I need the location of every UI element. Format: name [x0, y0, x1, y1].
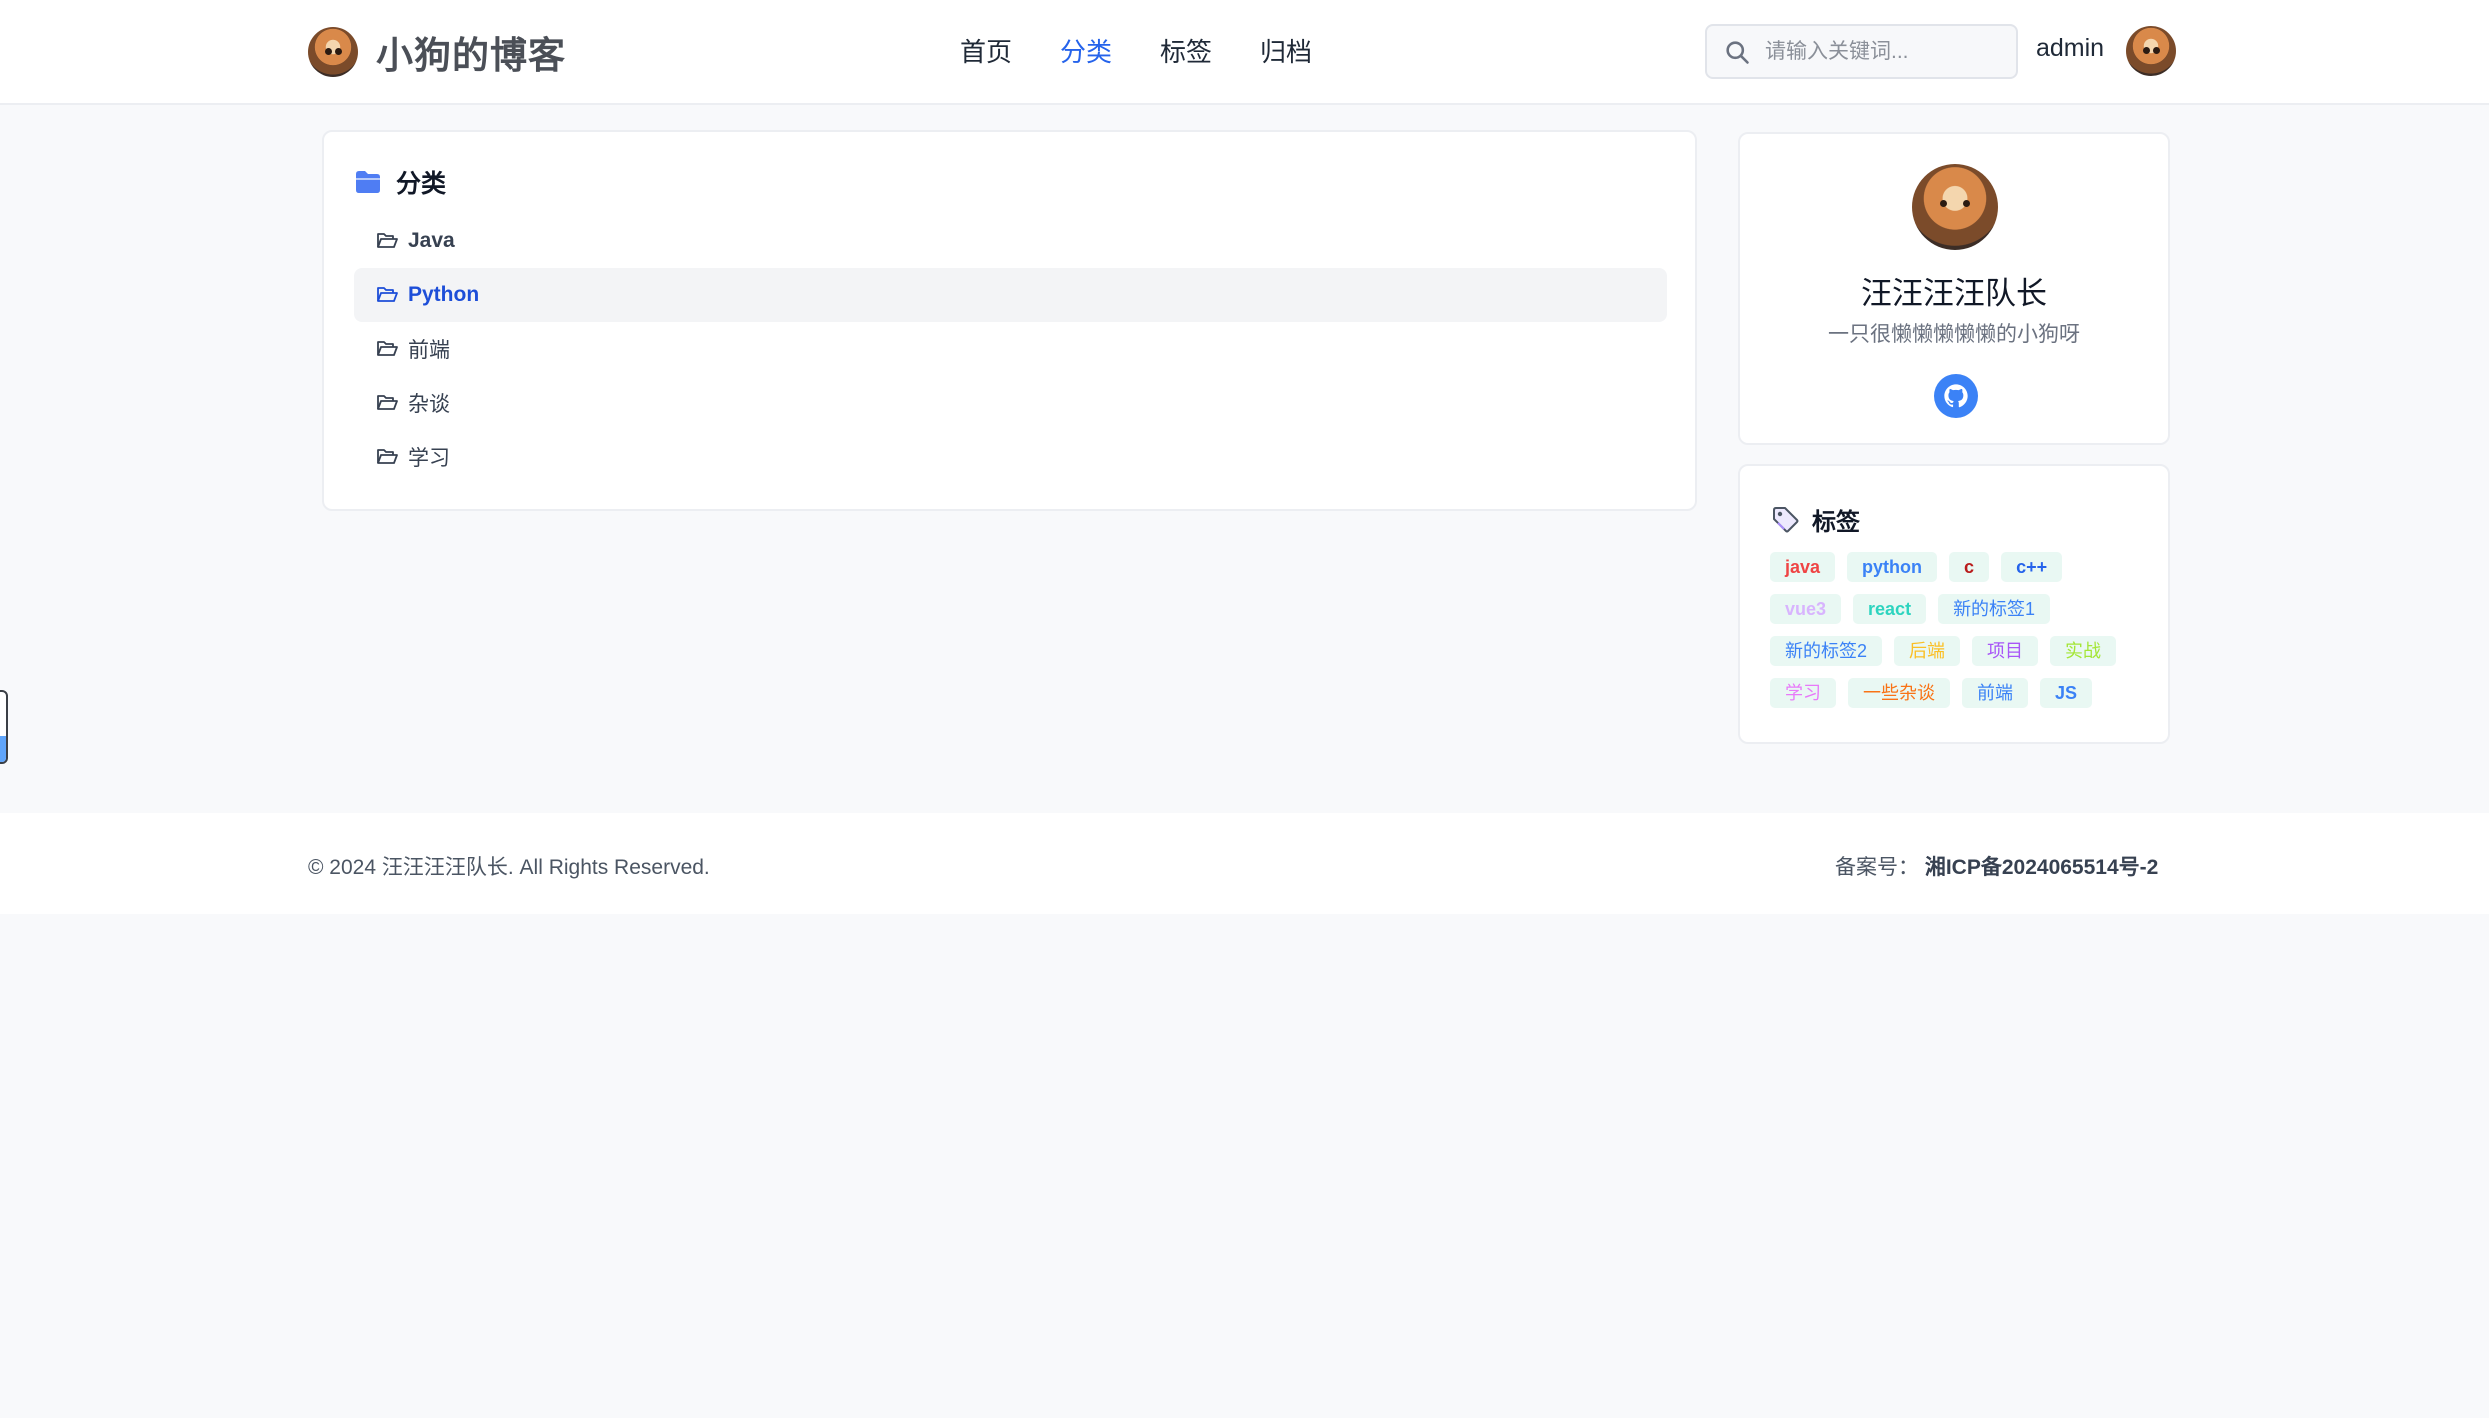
side-drawer-handle[interactable]	[0, 690, 8, 764]
categories-card: 分类 Java Python 前端 杂谈 学习	[322, 130, 1697, 511]
tag-cloud: java python c c++ vue3 react 新的标签1 新的标签2 后端 项目 实战学…	[1770, 552, 2150, 720]
tag-chip[interactable]: 学习	[1770, 678, 1836, 708]
brand-title: 小狗的博客	[376, 35, 566, 76]
tag-chip[interactable]: 实战	[2050, 636, 2117, 666]
tag-chip[interactable]: 项目	[1972, 636, 2039, 666]
tag-chip[interactable]: react	[1853, 594, 1927, 624]
category-label: 学习	[408, 447, 450, 470]
category-label: Python	[408, 283, 480, 306]
copyright-text: © 2024 汪汪汪汪队长. All Rights Reserved.	[308, 856, 710, 879]
folder-open-icon	[377, 287, 398, 302]
tag-chip[interactable]: c++	[2001, 552, 2063, 582]
nav-home[interactable]: 首页	[960, 28, 1012, 76]
nav-categories[interactable]: 分类	[1060, 28, 1112, 76]
search-icon[interactable]	[1723, 38, 1751, 66]
profile-card: 汪汪汪汪队长 一只很懒懒懒懒懒的小狗呀	[1738, 132, 2170, 445]
category-label: 前端	[408, 339, 450, 362]
tag-chip[interactable]: 新的标签1	[1938, 594, 2051, 624]
main-nav: 首页 分类 标签 归档	[960, 28, 1360, 76]
tag-chip[interactable]: 新的标签2	[1770, 636, 1883, 666]
category-item-python[interactable]: Python	[354, 268, 1667, 322]
folder-open-icon	[377, 395, 398, 410]
github-link-button[interactable]	[1934, 374, 1978, 418]
tags-card: 标签 java python c c++ vue3 react 新的标签1 新的标签2 后端 项目…	[1738, 464, 2170, 744]
folder-open-icon	[377, 341, 398, 356]
tags-title: 标签	[1812, 509, 1860, 536]
tag-icon	[1773, 506, 1799, 532]
profile-description: 一只很懒懒懒懒懒的小狗呀	[1828, 323, 2080, 346]
category-item-frontend[interactable]: 前端	[354, 322, 1667, 376]
category-item-study[interactable]: 学习	[354, 430, 1667, 484]
tags-heading: 标签	[1770, 502, 1860, 537]
tag-chip[interactable]: 一些杂谈	[1848, 678, 1950, 708]
folder-open-icon	[377, 233, 398, 248]
categories-title: 分类	[396, 170, 447, 198]
brand-logo	[308, 27, 358, 77]
tag-chip[interactable]: JS	[2040, 678, 2093, 708]
category-item-java[interactable]: Java	[354, 214, 1667, 268]
tag-chip[interactable]: 前端	[1962, 678, 2028, 708]
category-label: 杂谈	[408, 393, 450, 416]
search-box	[1705, 24, 2018, 79]
icp-record[interactable]: 备案号： 湘ICP备2024065514号-2	[1835, 851, 2158, 881]
icp-label: 备案号：	[1835, 856, 1919, 879]
profile-avatar	[1912, 164, 1998, 250]
icp-number[interactable]: 湘ICP备2024065514号-2	[1925, 856, 2158, 879]
top-navbar: 小狗的博客 首页 分类 标签 归档 admin	[0, 0, 2489, 105]
username[interactable]: admin	[2036, 34, 2104, 63]
github-icon	[1944, 384, 1968, 408]
nav-archive[interactable]: 归档	[1260, 28, 1312, 76]
category-item-misc[interactable]: 杂谈	[354, 376, 1667, 430]
profile-name: 汪汪汪汪队长	[1861, 276, 2047, 311]
user-avatar[interactable]	[2126, 26, 2176, 76]
folder-open-icon	[377, 449, 398, 464]
categories-heading: 分类	[354, 164, 446, 200]
tag-chip[interactable]: 后端	[1894, 636, 1961, 666]
tag-chip[interactable]: c	[1949, 552, 1990, 582]
footer: © 2024 汪汪汪汪队长. All Rights Reserved. 备案号：…	[0, 813, 2489, 914]
nav-tags[interactable]: 标签	[1160, 28, 1212, 76]
tag-chip[interactable]: java	[1770, 552, 1836, 582]
folder-icon	[356, 171, 380, 193]
category-list: Java Python 前端 杂谈 学习	[354, 214, 1667, 484]
search-input[interactable]	[1765, 39, 1995, 64]
tag-chip[interactable]: python	[1847, 552, 1938, 582]
brand[interactable]: 小狗的博客	[308, 26, 566, 78]
category-label: Java	[408, 229, 455, 252]
tag-chip[interactable]: vue3	[1770, 594, 1842, 624]
